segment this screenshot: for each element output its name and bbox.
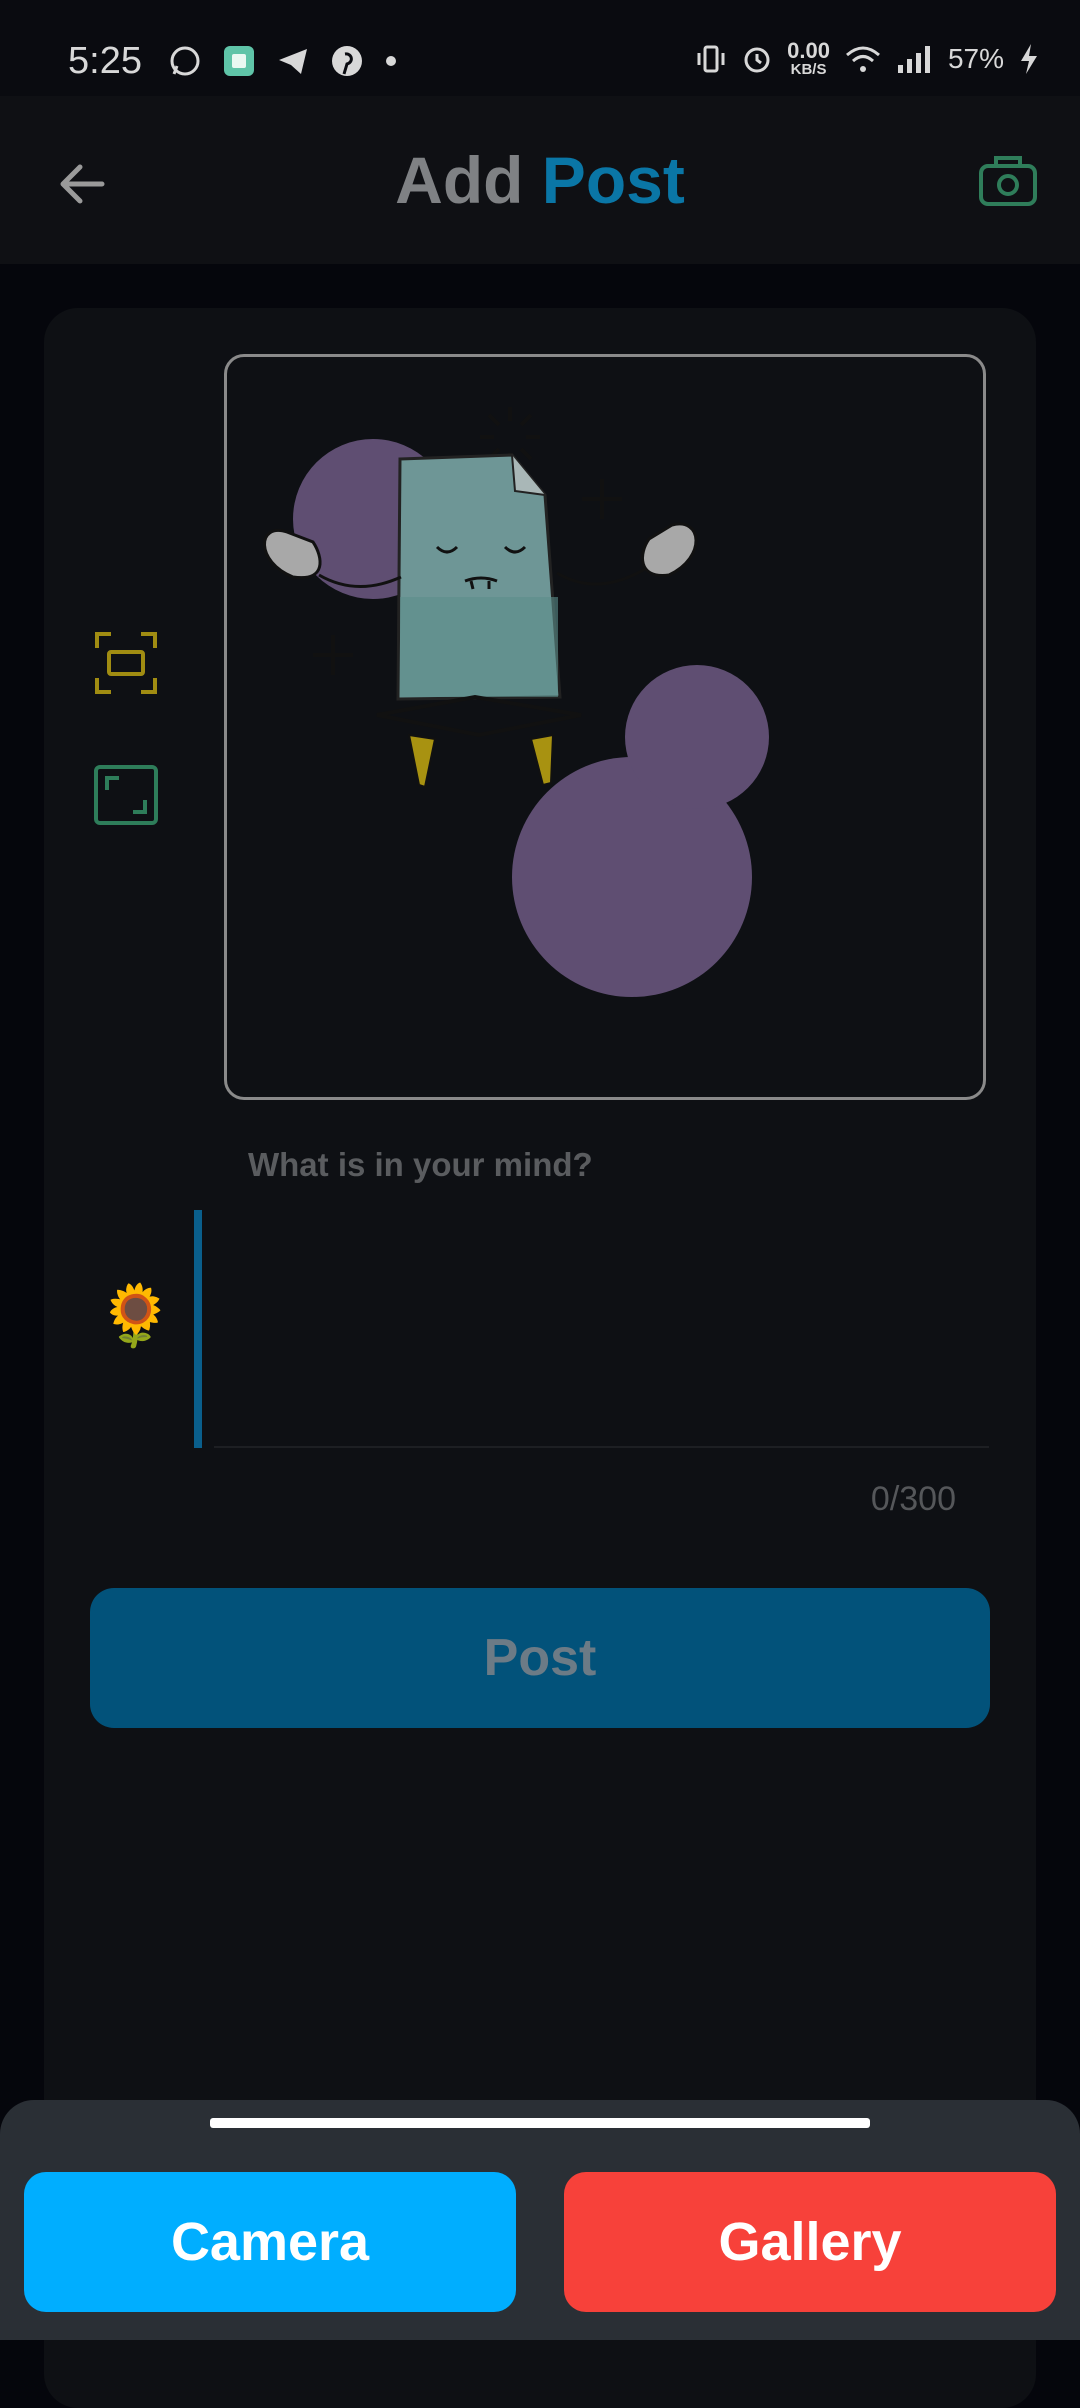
whatsapp-icon [170,46,200,76]
image-source-sheet: Camera Gallery [0,2100,1080,2340]
alarm-icon [744,47,770,72]
net-speed: 0.00 KB/S [787,38,830,78]
system-icons: 0.00 KB/S 57% [695,40,1040,77]
dot-icon [386,56,396,66]
pinterest-icon [332,46,362,76]
caption-placeholder: What is in your mind? [248,1146,593,1183]
title-word-post: Post [541,143,685,217]
signal-icon [897,45,930,73]
camera-icon[interactable] [976,148,1040,212]
telegram-icon [279,49,307,74]
camera-button[interactable]: Camera [24,2172,516,2312]
fullscreen-icon[interactable] [93,762,159,828]
top-app-bar: Add Post [0,96,1080,264]
character-counter: 0/300 [870,1480,956,1518]
battery-level: 57% [947,42,1004,74]
charging-icon [1021,43,1037,74]
image-preview[interactable] [224,354,986,1100]
status-time: 5:25 [68,40,142,82]
sheet-drag-handle[interactable] [210,2118,870,2128]
input-underline [214,1446,989,1448]
meditation-illustration [263,407,769,997]
title-word-add: Add [395,143,524,217]
caption-input[interactable] [214,1210,989,1444]
net-speed-value: 0.00 [787,38,830,63]
gallery-button[interactable]: Gallery [564,2172,1056,2312]
page-title: Add Post [0,142,1080,218]
net-speed-unit: KB/S [790,61,827,78]
notification-icons [168,44,398,78]
wifi-icon [845,46,880,72]
text-cursor [194,1210,202,1448]
post-button[interactable]: Post [90,1588,990,1728]
sunflower-emoji-icon[interactable]: 🌻 [98,1286,173,1346]
vibrate-icon [697,45,725,72]
status-bar: 5:25 0.00 KB/S 57% [0,0,1080,96]
crop-icon[interactable] [93,630,159,696]
app-icon [224,46,254,76]
